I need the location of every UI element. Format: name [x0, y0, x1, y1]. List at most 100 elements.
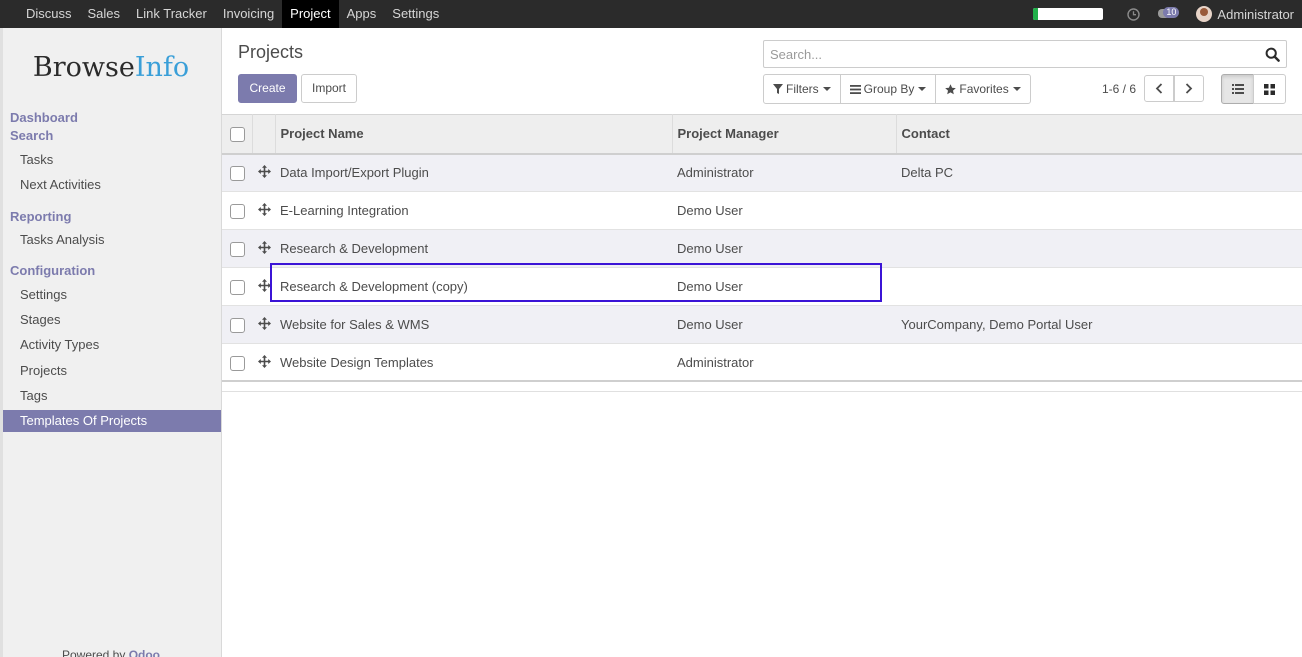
column-header-project-manager[interactable]: Project Manager	[672, 114, 897, 155]
powered-by: Powered by Odoo	[0, 648, 222, 657]
table-row[interactable]: Website for Sales & WMS Demo User YourCo…	[222, 305, 1302, 344]
column-header-contact[interactable]: Contact	[896, 114, 1302, 155]
row-checkbox[interactable]	[230, 317, 245, 333]
cell-project-name: Website for Sales & WMS	[275, 305, 672, 344]
sidebar-item-settings[interactable]: Settings	[3, 284, 221, 306]
row-checkbox[interactable]	[230, 165, 245, 181]
pager-previous-button[interactable]	[1144, 75, 1174, 102]
cell-project-manager: Administrator	[672, 153, 896, 192]
sidebar-item-templates-of-projects[interactable]: Templates Of Projects	[3, 410, 221, 432]
cell-contact	[896, 267, 1302, 306]
menu-sales[interactable]: Sales	[80, 0, 129, 28]
odoo-link[interactable]: Odoo	[129, 648, 160, 657]
row-checkbox[interactable]	[230, 203, 245, 219]
drag-handle-icon[interactable]	[258, 316, 271, 330]
cell-contact	[896, 229, 1302, 268]
sidebar-item-stages[interactable]: Stages	[3, 309, 221, 331]
avatar	[1196, 6, 1213, 22]
select-all-checkbox[interactable]	[230, 126, 245, 142]
menu-settings[interactable]: Settings	[384, 0, 447, 28]
clock-activity-icon[interactable]	[1127, 7, 1141, 21]
sidebar-item-activity-types[interactable]: Activity Types	[3, 334, 221, 356]
menu-invoicing[interactable]: Invoicing	[215, 0, 282, 28]
drag-handle-icon[interactable]	[258, 240, 271, 254]
drag-handle-icon[interactable]	[258, 164, 271, 178]
table-row[interactable]: Data Import/Export Plugin Administrator …	[222, 153, 1302, 192]
page-title: Projects	[238, 42, 304, 62]
table-row[interactable]: E-Learning Integration Demo User	[222, 191, 1302, 230]
sidebar-section-configuration[interactable]: Configuration	[10, 263, 95, 278]
table-footer	[222, 380, 1302, 392]
drag-handle-icon[interactable]	[258, 278, 271, 292]
menu-link-tracker[interactable]: Link Tracker	[128, 0, 215, 28]
favorites-button[interactable]: Favorites	[936, 75, 1029, 103]
sidebar-item-next-activities[interactable]: Next Activities	[3, 174, 221, 196]
table-row[interactable]: Research & Development (copy) Demo User	[222, 267, 1302, 306]
import-button[interactable]: Import	[301, 74, 357, 103]
sidebar-item-projects[interactable]: Projects	[3, 360, 221, 382]
chevron-right-icon	[1185, 83, 1193, 94]
menu-discuss[interactable]: Discuss	[18, 0, 80, 28]
cell-project-name: Website Design Templates	[275, 343, 672, 382]
top-navbar: Discuss Sales Link Tracker Invoicing Pro…	[0, 0, 1302, 28]
cell-contact	[896, 343, 1302, 382]
main-menu: Discuss Sales Link Tracker Invoicing Pro…	[18, 0, 447, 28]
sidebar-item-tasks-analysis[interactable]: Tasks Analysis	[3, 229, 221, 251]
messages-icon[interactable]: 10	[1158, 7, 1180, 20]
cell-project-manager: Demo User	[672, 191, 896, 230]
menu-project[interactable]: Project	[282, 0, 339, 28]
search-icon[interactable]	[1265, 47, 1280, 62]
row-checkbox[interactable]	[230, 355, 245, 371]
projects-table: Project Name Project Manager Contact Dat…	[222, 114, 1302, 382]
group-by-button[interactable]: Group By	[841, 75, 937, 103]
cell-project-name: E-Learning Integration	[275, 191, 672, 230]
cell-contact: YourCompany, Demo Portal User	[896, 305, 1302, 344]
cell-project-manager: Demo User	[672, 229, 896, 268]
cell-contact: Delta PC	[896, 153, 1302, 192]
table-row[interactable]: Research & Development Demo User	[222, 229, 1302, 268]
cell-project-name: Research & Development	[275, 229, 672, 268]
search-box	[763, 40, 1287, 68]
bars-icon	[849, 84, 861, 94]
sidebar: BrowseInfo Dashboard Search Tasks Next A…	[0, 28, 222, 657]
filters-button[interactable]: Filters	[764, 75, 841, 103]
cell-project-manager: Demo User	[672, 267, 896, 306]
filter-icon	[773, 84, 783, 94]
cell-project-name: Research & Development (copy)	[275, 267, 672, 306]
cell-project-manager: Administrator	[672, 343, 896, 382]
column-header-project-name[interactable]: Project Name	[275, 114, 673, 155]
chevron-left-icon	[1155, 83, 1163, 94]
pager-next-button[interactable]	[1174, 75, 1204, 102]
create-button[interactable]: Create	[238, 74, 297, 103]
search-options-bar: Filters Group By Favorites	[763, 74, 1031, 104]
company-logo: BrowseInfo	[32, 52, 190, 83]
sidebar-item-tags[interactable]: Tags	[3, 385, 221, 407]
caret-down-icon	[822, 87, 831, 91]
sidebar-item-tasks[interactable]: Tasks	[3, 149, 221, 171]
search-input[interactable]	[764, 41, 1254, 67]
systray: 10 Administrator	[1033, 0, 1302, 28]
grid-icon	[1264, 83, 1275, 95]
messages-count-badge: 10	[1163, 7, 1180, 18]
list-view-button[interactable]	[1221, 74, 1254, 104]
pager-value[interactable]: 1-6 / 6	[1102, 82, 1136, 96]
cell-project-name: Data Import/Export Plugin	[275, 153, 672, 192]
user-menu[interactable]: Administrator	[1196, 6, 1294, 22]
sidebar-section-search[interactable]: Search	[10, 128, 53, 143]
cell-project-manager: Demo User	[672, 305, 896, 344]
cell-contact	[896, 191, 1302, 230]
list-icon	[1231, 84, 1244, 94]
sidebar-section-dashboard[interactable]: Dashboard	[10, 110, 78, 125]
row-checkbox[interactable]	[230, 279, 245, 295]
menu-apps[interactable]: Apps	[339, 0, 385, 28]
kanban-view-button[interactable]	[1253, 74, 1286, 104]
caret-down-icon	[918, 87, 927, 91]
row-checkbox[interactable]	[230, 241, 245, 257]
sidebar-section-reporting[interactable]: Reporting	[10, 209, 71, 224]
table-row[interactable]: Website Design Templates Administrator	[222, 343, 1302, 382]
caret-down-icon	[1012, 87, 1021, 91]
star-icon	[945, 83, 957, 94]
drag-handle-icon[interactable]	[258, 354, 271, 368]
table-header-row: Project Name Project Manager Contact	[222, 114, 1302, 155]
drag-handle-icon[interactable]	[258, 202, 271, 216]
